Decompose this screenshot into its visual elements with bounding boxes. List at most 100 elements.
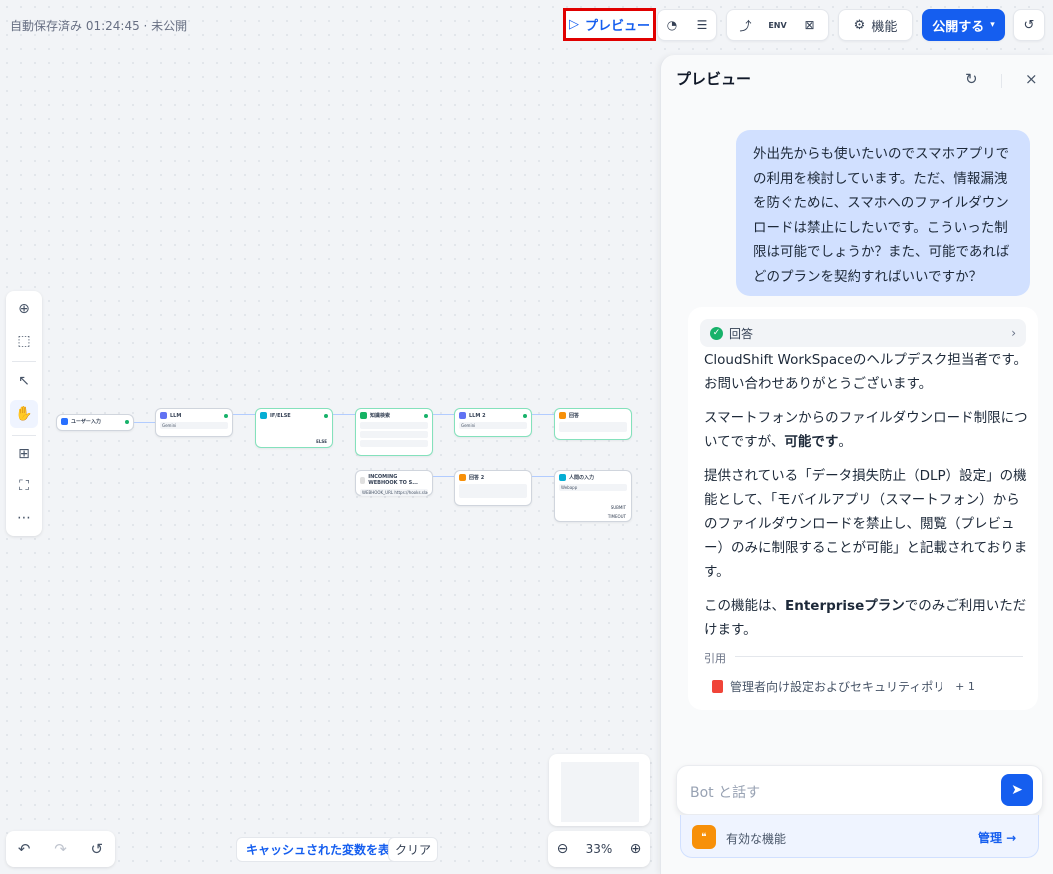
chat-input-placeholder: Bot と話す	[690, 785, 761, 801]
node-knowledge-label: 知識検索	[370, 413, 391, 419]
user-message: 外出先からも使いたいのでスマホアプリでの利用を検討しています。ただ、情報漏洩を防…	[736, 130, 1030, 296]
edge	[532, 414, 554, 415]
zoom-level[interactable]: 33%	[586, 842, 613, 856]
node-webhook-label: INCOMING WEBHOOK TO S...	[368, 474, 418, 486]
answer-text: CloudShift WorkSpaceのヘルプデスク担当者です。お問い合わせあ…	[704, 348, 1028, 652]
edge	[433, 414, 454, 415]
features-text: 有効な機能	[726, 832, 787, 846]
node-llm-model: Gemini	[160, 422, 228, 429]
node-start-label: ユーザー入力	[71, 419, 101, 425]
publish-button[interactable]: 公開する ▾	[922, 9, 1005, 41]
node-answer2[interactable]: 回答 2	[454, 470, 532, 506]
chevron-right-icon: ›	[1011, 326, 1016, 340]
send-icon: ➤	[1011, 782, 1023, 798]
add-node-icon[interactable]: ⊕	[10, 295, 38, 323]
history-icon: ↺	[1023, 17, 1035, 33]
checklist-icon[interactable]: ☰	[688, 10, 716, 40]
node-answer2-row	[459, 484, 527, 498]
history-controls: ↶ ↷ ↺	[6, 831, 115, 867]
zoom-in-icon[interactable]: ⊕	[630, 841, 642, 857]
autosave-status: 自動保存済み 01:24:45 · 未公開	[10, 19, 188, 33]
organize-icon[interactable]: ⊞	[10, 440, 38, 468]
node-llm2[interactable]: LLM 2 Gemini	[454, 408, 532, 437]
restart-icon[interactable]: ↻	[965, 70, 978, 88]
version-history-button[interactable]: ↺	[1013, 9, 1045, 41]
edge	[134, 422, 155, 423]
answer-paragraph: スマートフォンからのファイルダウンロード制限についてですが、可能です。	[704, 410, 1028, 450]
checklist-run-icon[interactable]: ◔	[658, 10, 686, 40]
node-human-row: Webapp	[559, 484, 627, 491]
redo-icon[interactable]: ↷	[54, 840, 67, 858]
preview-button-label: プレビュー	[584, 19, 650, 34]
node-ifelse-else: ELSE	[316, 439, 327, 444]
node-ifelse-label: IF/ELSE	[270, 412, 291, 419]
undo-icon[interactable]: ↶	[18, 840, 31, 858]
node-llm2-label: LLM 2	[469, 412, 486, 419]
node-llm2-model: Gemini	[459, 422, 527, 429]
canvas-toolbar: ⊕ ⬚ ↖ ✋ ⊞ ⛶ ⋯	[6, 291, 42, 536]
hand-icon[interactable]: ✋	[10, 400, 38, 428]
node-human-submit: SUBMIT	[610, 505, 626, 510]
divider	[1001, 74, 1002, 88]
debug-group: ◔ ☰	[657, 9, 717, 41]
answer-paragraph: この機能は、Enterpriseプランでのみご利用いただけます。	[704, 598, 1027, 638]
citation-label: 引用	[704, 652, 726, 665]
system-variable-icon[interactable]: ⊠	[795, 10, 825, 40]
node-answer-label: 回答	[569, 413, 580, 419]
node-start[interactable]: ユーザー入力	[56, 414, 134, 431]
node-webhook[interactable]: INCOMING WEBHOOK TO S... WEBHOOK_URL htt…	[355, 470, 433, 496]
edge	[333, 414, 355, 415]
zoom-out-icon[interactable]: ⊖	[557, 841, 569, 857]
features-label: 機能	[871, 19, 898, 35]
pointer-icon[interactable]: ↖	[10, 367, 38, 395]
node-knowledge-row	[360, 440, 428, 447]
citation-divider	[735, 656, 1023, 657]
env-icon[interactable]: ENV	[763, 10, 793, 40]
chevron-down-icon: ▾	[990, 20, 995, 30]
zoom-controls: ⊖ 33% ⊕	[548, 831, 650, 867]
citation-more[interactable]: + 1	[948, 673, 982, 700]
answer-paragraph: CloudShift WorkSpaceのヘルプデスク担当者です。お問い合わせあ…	[704, 352, 1028, 392]
preview-title: プレビュー	[676, 70, 752, 88]
add-note-icon[interactable]: ⬚	[10, 327, 38, 355]
node-knowledge[interactable]: 知識検索	[355, 408, 433, 456]
history-icon[interactable]: ↺	[91, 840, 104, 858]
node-human-input[interactable]: 人間の入力 Webapp SUBMIT TIMEOUT	[554, 470, 632, 522]
edge	[532, 476, 554, 477]
citation-item[interactable]: 管理者向け設定およびセキュリティポリシー...	[704, 673, 942, 700]
node-knowledge-row	[360, 431, 428, 438]
edge	[233, 414, 255, 415]
show-cached-variables-button[interactable]: キャッシュされた変数を表示	[236, 837, 413, 862]
conversation-variable-icon[interactable]: ⤴	[731, 10, 761, 40]
features-icon: ⚙	[853, 17, 866, 33]
minimap[interactable]	[549, 754, 650, 826]
pdf-icon	[712, 680, 723, 693]
node-ifelse[interactable]: IF/ELSE ELSE	[255, 408, 333, 448]
edge	[433, 476, 454, 477]
close-icon[interactable]: ×	[1025, 70, 1038, 88]
answer-workflow-header[interactable]: ✓ 回答 ›	[700, 319, 1026, 347]
answer-paragraph: 提供されている「データ損失防止（DLP）設定」の機能として、「モバイルアプリ（ス…	[704, 468, 1028, 580]
minimap-viewport	[561, 762, 639, 822]
node-human-label: 人間の入力	[569, 475, 595, 481]
node-answer-row	[559, 422, 627, 432]
node-human-timeout: TIMEOUT	[607, 514, 626, 519]
node-webhook-row: WEBHOOK_URL https://hooks.slack...	[360, 489, 428, 496]
check-icon: ✓	[710, 326, 723, 340]
preview-button[interactable]: ▷ プレビュー	[563, 8, 656, 41]
node-answer[interactable]: 回答	[554, 408, 632, 440]
node-llm[interactable]: LLM Gemini	[155, 408, 233, 437]
more-icon[interactable]: ⋯	[10, 504, 38, 532]
manage-link[interactable]: 管理 →	[978, 829, 1016, 846]
clear-button[interactable]: クリア	[388, 837, 439, 862]
features-badge-icon: ❝	[692, 825, 716, 849]
citation-item-label: 管理者向け設定およびセキュリティポリシー...	[730, 680, 942, 694]
node-llm-label: LLM	[170, 412, 182, 419]
play-icon: ▷	[568, 17, 579, 32]
send-button[interactable]: ➤	[1001, 774, 1033, 806]
node-knowledge-row	[360, 422, 428, 429]
variables-group: ⤴ ENV ⊠	[726, 9, 829, 41]
publish-label: 公開する	[932, 19, 985, 35]
features-button[interactable]: ⚙ 機能	[838, 9, 913, 41]
fit-view-icon[interactable]: ⛶	[10, 472, 38, 500]
